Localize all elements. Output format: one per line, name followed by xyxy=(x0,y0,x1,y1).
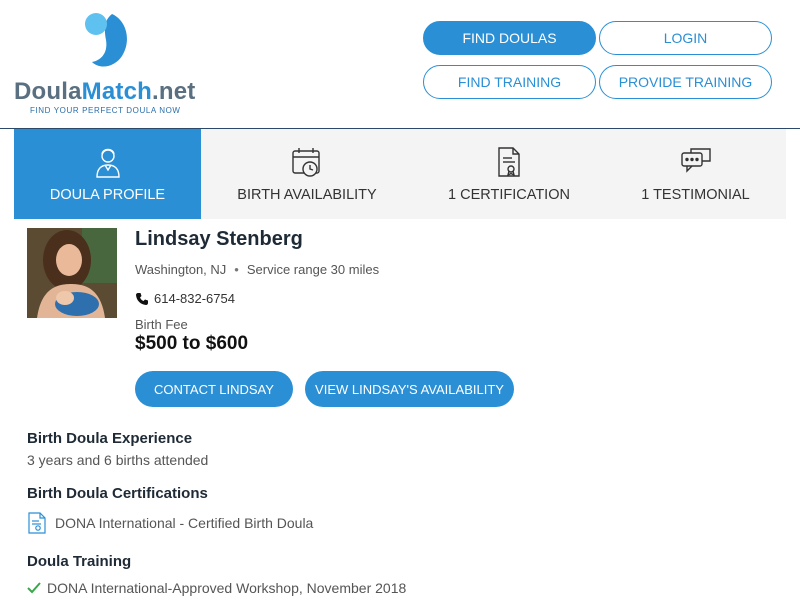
tab-doula-profile[interactable]: DOULA PROFILE xyxy=(14,129,201,219)
certificate-icon xyxy=(498,147,520,177)
tab-label: 1 TESTIMONIAL xyxy=(641,187,750,203)
location-text: Washington, NJ xyxy=(135,262,227,277)
logo-part-net: .net xyxy=(152,78,196,105)
find-training-button[interactable]: FIND TRAINING xyxy=(423,65,596,99)
contact-button[interactable]: CONTACT LINDSAY xyxy=(135,371,293,407)
tab-label: BIRTH AVAILABILITY xyxy=(237,187,377,203)
birth-fee-label: Birth Fee xyxy=(135,317,188,332)
tab-label: DOULA PROFILE xyxy=(49,187,166,203)
tab-testimonial[interactable]: 1 TESTIMONIAL xyxy=(605,129,786,219)
experience-title: Birth Doula Experience xyxy=(27,430,193,447)
phone-number[interactable]: 614-832-6754 xyxy=(154,291,235,306)
calendar-clock-icon xyxy=(292,148,320,177)
logo-part-doula: Doula xyxy=(14,78,82,105)
site-header: DoulaMatch.net FIND YOUR PERFECT DOULA N… xyxy=(0,0,800,129)
birth-fee-value: $500 to $600 xyxy=(135,333,249,354)
find-doulas-button[interactable]: FIND DOULAS xyxy=(423,21,596,55)
certifications-title: Birth Doula Certifications xyxy=(27,485,208,502)
tab-label: 1 CERTIFICATION xyxy=(448,187,570,203)
separator-dot: • xyxy=(234,262,239,277)
doula-name: Lindsay Stenberg xyxy=(135,228,303,250)
phone-line: 614-832-6754 xyxy=(135,291,235,306)
logo-drop-icon xyxy=(85,13,127,67)
person-icon xyxy=(95,148,120,178)
doula-photo xyxy=(27,228,117,318)
training-item: DONA International-Approved Workshop, No… xyxy=(27,580,406,596)
tab-birth-availability[interactable]: BIRTH AVAILABILITY xyxy=(201,129,413,219)
checkmark-icon xyxy=(27,582,41,594)
certificate-icon xyxy=(28,512,46,534)
certification-item: DONA International - Certified Birth Dou… xyxy=(27,512,313,534)
login-button[interactable]: LOGIN xyxy=(599,21,772,55)
logo-part-match: Match xyxy=(81,78,153,105)
certification-text: DONA International - Certified Birth Dou… xyxy=(55,515,314,531)
provide-training-button[interactable]: PROVIDE TRAINING xyxy=(599,65,772,99)
tab-certification[interactable]: 1 CERTIFICATION xyxy=(413,129,605,219)
experience-text: 3 years and 6 births attended xyxy=(27,452,209,468)
site-logo[interactable]: DoulaMatch.net FIND YOUR PERFECT DOULA N… xyxy=(14,8,214,120)
view-availability-button[interactable]: VIEW LINDSAY'S AVAILABILITY xyxy=(305,371,514,407)
logo-wordmark: DoulaMatch.net xyxy=(14,78,195,106)
portrait-image xyxy=(27,228,117,318)
profile-tabs: DOULA PROFILE BIRTH AVAILABILITY 1 CERTI… xyxy=(14,129,786,219)
location-line: Washington, NJ • Service range 30 miles xyxy=(135,262,379,277)
service-range-text: Service range 30 miles xyxy=(246,262,380,277)
training-text: DONA International-Approved Workshop, No… xyxy=(47,580,407,596)
chat-bubbles-icon xyxy=(680,148,711,173)
logo-tagline: FIND YOUR PERFECT DOULA NOW xyxy=(30,106,181,115)
training-title: Doula Training xyxy=(27,553,132,570)
phone-icon xyxy=(136,292,148,305)
